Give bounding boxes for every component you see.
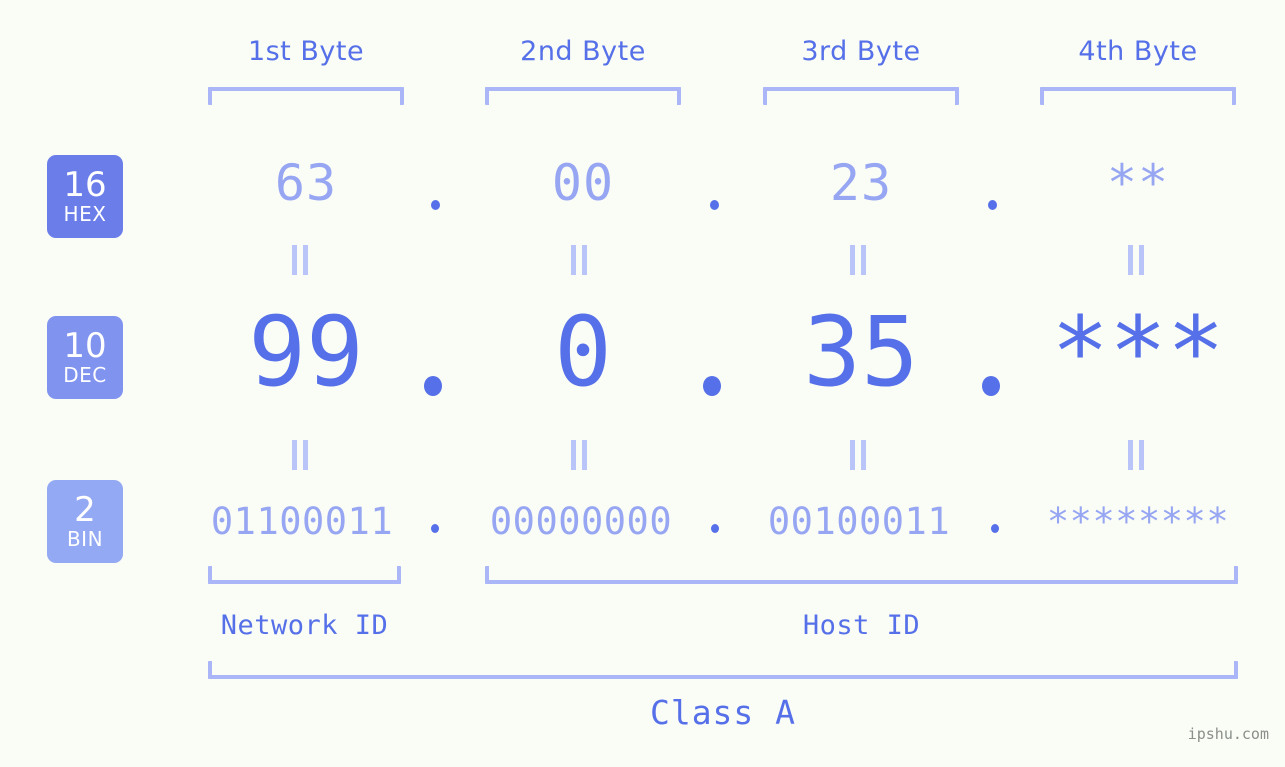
equals-mark-dec-bin-4: [1128, 440, 1146, 470]
hex-octet-3: 23: [829, 154, 893, 212]
bin-octet-4: ********: [1046, 500, 1230, 543]
base-badge-dec-name: DEC: [63, 363, 107, 387]
hex-dot-separator-3: [988, 200, 997, 210]
base-badge-bin-name: BIN: [66, 527, 104, 551]
base-badge-hex: 16 HEX: [47, 155, 123, 238]
equals-mark-dec-bin-2: [571, 440, 589, 470]
ip-address-breakdown-diagram: 1st Byte 2nd Byte 3rd Byte 4th Byte 16 H…: [0, 0, 1285, 767]
byte-bracket-3: [763, 87, 959, 105]
equals-mark-dec-bin-1: [292, 440, 310, 470]
host-id-label: Host ID: [802, 610, 921, 641]
host-id-bracket: [485, 566, 1238, 584]
bin-dot-separator-2: [711, 524, 719, 533]
bin-dot-separator-1: [431, 524, 439, 533]
network-id-bracket: [208, 566, 401, 584]
bin-octet-3: 00100011: [767, 500, 951, 543]
equals-mark-dec-bin-3: [850, 440, 868, 470]
equals-mark-hex-dec-2: [571, 245, 589, 275]
equals-mark-hex-dec-4: [1128, 245, 1146, 275]
hex-octet-1: 63: [274, 154, 338, 212]
dec-octet-2: 0: [554, 296, 612, 408]
hex-octet-2: 00: [551, 154, 615, 212]
hex-dot-separator-1: [431, 200, 440, 210]
class-bracket: [208, 661, 1238, 679]
equals-mark-hex-dec-1: [292, 245, 310, 275]
bin-octet-1: 01100011: [210, 500, 394, 543]
byte-bracket-1: [208, 87, 404, 105]
hex-dot-separator-2: [710, 200, 719, 210]
byte-header-1: 1st Byte: [247, 36, 365, 67]
base-badge-bin-number: 2: [74, 490, 96, 530]
byte-bracket-2: [485, 87, 681, 105]
hex-octet-4: **: [1106, 154, 1170, 212]
bin-octet-2: 00000000: [489, 500, 673, 543]
byte-bracket-4: [1040, 87, 1236, 105]
dec-octet-3: 35: [803, 296, 919, 408]
class-label: Class A: [649, 693, 797, 732]
dec-octet-1: 99: [248, 296, 364, 408]
byte-header-3: 3rd Byte: [801, 36, 921, 67]
bin-dot-separator-3: [991, 524, 999, 533]
dec-dot-separator-2: [703, 376, 721, 396]
dec-dot-separator-3: [982, 376, 1000, 396]
base-badge-bin: 2 BIN: [47, 480, 123, 563]
dec-dot-separator-1: [424, 376, 442, 396]
base-badge-hex-number: 16: [63, 165, 107, 205]
base-badge-hex-name: HEX: [63, 202, 107, 226]
network-id-label: Network ID: [220, 610, 389, 641]
base-badge-dec: 10 DEC: [47, 316, 123, 399]
dec-octet-4: ***: [1051, 296, 1225, 408]
base-badge-dec-number: 10: [63, 326, 107, 366]
byte-header-2: 2nd Byte: [520, 36, 646, 67]
equals-mark-hex-dec-3: [850, 245, 868, 275]
site-watermark: ipshu.com: [1187, 725, 1269, 743]
byte-header-4: 4th Byte: [1078, 36, 1198, 67]
